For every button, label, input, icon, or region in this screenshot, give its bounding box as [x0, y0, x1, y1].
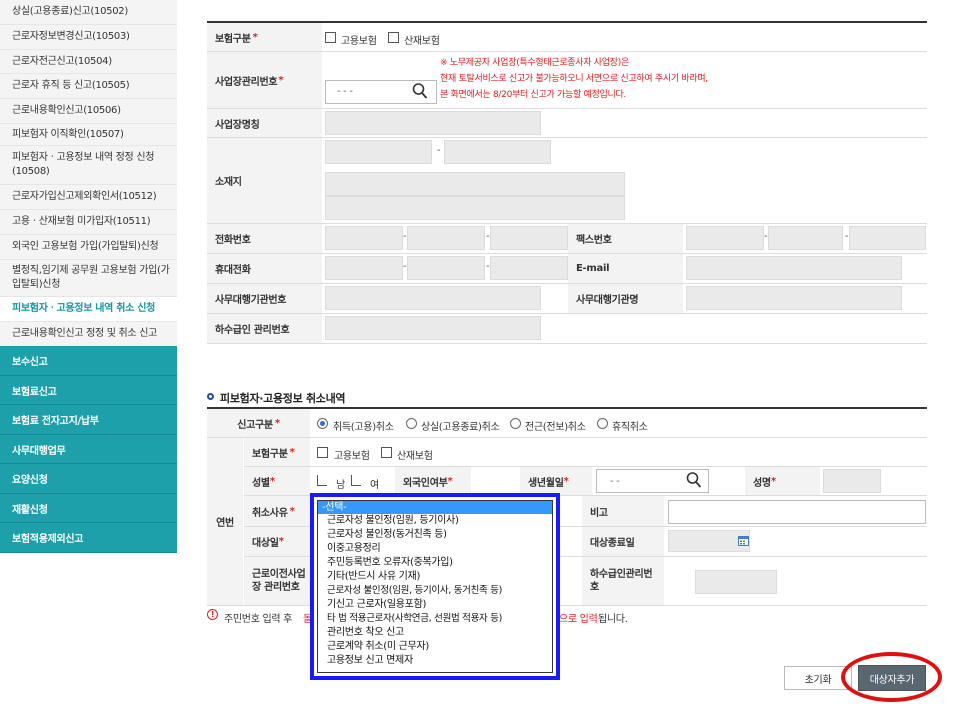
email-field	[686, 256, 902, 280]
radio-acquire-cancel[interactable]	[317, 418, 328, 429]
gender-male-checkbox[interactable]	[317, 475, 327, 486]
sidebar-item-separation-confirm[interactable]: 피보험자 이직확인(10507)	[0, 124, 177, 145]
foreigner-label: 외국인여부 *	[395, 467, 471, 495]
fax-field-1	[686, 226, 764, 250]
target-date-label: 대상일 *	[244, 527, 310, 556]
phone-field-1	[325, 226, 403, 250]
sidebar-menu-medical-care[interactable]: 요양신청	[0, 464, 177, 494]
gender-label: 성별 *	[244, 467, 310, 495]
sidebar-item-correction-request[interactable]: 피보험자ㆍ고용정보 내역 정정 신청(10508)	[0, 146, 177, 184]
report-type-label: 신고구분 *	[207, 409, 310, 437]
warning-icon: !	[207, 609, 218, 620]
sidebar-menu-premium-payment[interactable]: 보험료 전자고지/납부	[0, 405, 177, 435]
serial-label: 연번	[207, 438, 243, 605]
biz-name-field	[325, 111, 541, 135]
sidebar-item-exclusion-confirm[interactable]: 근로자가입신고제외확인서(10512)	[0, 185, 177, 209]
birth-label: 생년월일 *	[520, 467, 592, 495]
subcontract-field	[325, 316, 541, 340]
sidebar-menu-agency-work[interactable]: 사무대행업무	[0, 435, 177, 464]
subcontract-label: 하수급인 관리번호	[207, 314, 322, 343]
sidebar-item-transfer-report[interactable]: 근로자전근신고(10504)	[0, 50, 177, 73]
section-bullet-icon	[207, 393, 214, 400]
sidebar-item-loss-report[interactable]: 상실(고용종료)신고(10502)	[0, 0, 177, 24]
subcontract-label-2: 하수급인관리번호	[582, 557, 664, 605]
sidebar-item-cancel-request[interactable]: 피보험자ㆍ고용정보 내역 취소 신청	[0, 297, 177, 321]
biz-name-label: 사업장명칭	[207, 109, 322, 137]
fax-label: 팩스번호	[568, 224, 683, 253]
radio-leave-cancel[interactable]	[597, 418, 608, 429]
address-field-1	[325, 172, 625, 196]
search-icon[interactable]	[412, 82, 428, 103]
sidebar-item-public-official-enroll[interactable]: 별정직,임기제 공무원 고용보험 가입(가입탈퇴)신청	[0, 260, 177, 296]
address-field-2	[325, 196, 625, 220]
name-field	[823, 469, 881, 493]
search-icon[interactable]	[686, 471, 702, 492]
sidebar-item-foreigner-enroll[interactable]: 외국인 고용보험 가입(가입탈퇴)신청	[0, 235, 177, 259]
dropdown-option[interactable]: 근로계약 취소(미 근무자)	[318, 640, 552, 654]
insurance-type-label: 보험구분 *	[207, 23, 322, 51]
address-label: 소재지	[207, 138, 322, 223]
biz-no-label: 사업장관리번호 *	[207, 52, 322, 108]
dropdown-option[interactable]: 기타(반드시 사유 기재)	[318, 570, 552, 584]
sidebar-menu-wage-report[interactable]: 보수신고	[0, 346, 177, 376]
radio-transfer-cancel[interactable]	[510, 418, 521, 429]
sidebar-item-uninsured[interactable]: 고용ㆍ산재보험 미가입자(10511)	[0, 210, 177, 234]
name-label: 성명 *	[745, 467, 820, 495]
sidebar-item-worker-info-change[interactable]: 근로자정보변경신고(10503)	[0, 25, 177, 49]
dropdown-option[interactable]: 주민등록번호 오류자(중복가입)	[318, 556, 552, 570]
highlight-circle	[841, 652, 942, 702]
dropdown-option[interactable]: 타 법 적용근로자(사학연금, 선원법 적용자 등)	[318, 612, 552, 626]
fax-field-2	[768, 226, 843, 250]
section-title: 피보험자·고용정보 취소내역	[220, 392, 346, 405]
radio-loss-cancel[interactable]	[406, 418, 417, 429]
mobile-field-2	[407, 256, 485, 280]
phone-field-3	[490, 226, 568, 250]
zipcode-field-2	[444, 140, 551, 164]
zipcode-field-1	[325, 140, 432, 164]
dropdown-option[interactable]: 근로자성 불인정(임원, 등기이사, 동거친족 등)	[318, 584, 552, 598]
mobile-label: 휴대전화	[207, 254, 322, 283]
employment-insurance-checkbox[interactable]	[325, 32, 336, 43]
dropdown-option[interactable]: 근로자성 불인정(임원, 등기이사)	[318, 514, 552, 528]
cancel-reason-dropdown[interactable]: -선택- 근로자성 불인정(임원, 등기이사) 근로자성 불인정(동거친족 등)…	[317, 500, 553, 673]
notice-line-2: 현재 토탈서비스로 신고가 불가능하오니 서면으로 신고하여 주시기 바라며,	[440, 74, 708, 84]
sidebar-item-work-confirm[interactable]: 근로내용확인신고(10506)	[0, 99, 177, 123]
employment-insurance-checkbox-2[interactable]	[317, 447, 328, 458]
agency-no-field	[325, 286, 541, 310]
subcontract-field-2	[695, 570, 777, 594]
target-end-label: 대상종료일	[582, 527, 664, 556]
sidebar: 상실(고용종료)신고(10502) 근로자정보변경신고(10503) 근로자전근…	[0, 0, 177, 712]
mobile-field-3	[490, 256, 568, 280]
dropdown-option[interactable]: 고용정보 신고 면제자	[318, 654, 552, 668]
dropdown-option-selected[interactable]: -선택-	[318, 501, 552, 514]
agency-no-label: 사무대행기관번호	[207, 284, 322, 313]
sidebar-menu-premium-report[interactable]: 보험료신고	[0, 376, 177, 405]
fax-field-3	[849, 226, 926, 250]
sidebar-item-leave-report[interactable]: 근로자 휴직 등 신고(10505)	[0, 74, 177, 98]
dropdown-option[interactable]: 관리번호 착오 신고	[318, 626, 552, 640]
dropdown-option[interactable]: 이중고용정리	[318, 542, 552, 556]
remarks-input[interactable]	[668, 500, 926, 524]
accident-insurance-checkbox-2[interactable]	[381, 447, 392, 458]
remarks-label: 비고	[582, 496, 664, 526]
mobile-field-1	[325, 256, 403, 280]
calendar-icon[interactable]	[738, 535, 749, 549]
insurance-type-label-2: 보험구분 *	[244, 438, 310, 466]
notice-line-3: 본 화면에서는 8/20부터 신고가 가능할 예정입니다.	[440, 90, 626, 100]
accident-insurance-checkbox[interactable]	[388, 32, 399, 43]
sidebar-item-work-confirm-cancel[interactable]: 근로내용확인신고 정정 및 취소 신고	[0, 322, 177, 346]
phone-field-2	[407, 226, 485, 250]
prev-biz-label: 근로이전사업장 관리번호	[244, 557, 310, 605]
dropdown-option[interactable]: 근로자성 불인정(동거친족 등)	[318, 528, 552, 542]
agency-name-field	[686, 286, 902, 310]
sidebar-menu-rehab[interactable]: 재활신청	[0, 494, 177, 523]
gender-female-checkbox[interactable]	[351, 475, 361, 486]
notice-line-1: ※ 노무제공자 사업장(특수형태근로종사자 사업장)은	[440, 58, 629, 68]
phone-label: 전화번호	[207, 224, 322, 253]
email-label: E-mail	[568, 254, 683, 283]
sidebar-menu-exclusion-report[interactable]: 보험적용제외신고	[0, 523, 177, 553]
reason-label: 취소사유 *	[244, 496, 310, 526]
agency-name-label: 사무대행기관명	[568, 284, 683, 313]
dropdown-option[interactable]: 기신고 근로자(일용포함)	[318, 598, 552, 612]
